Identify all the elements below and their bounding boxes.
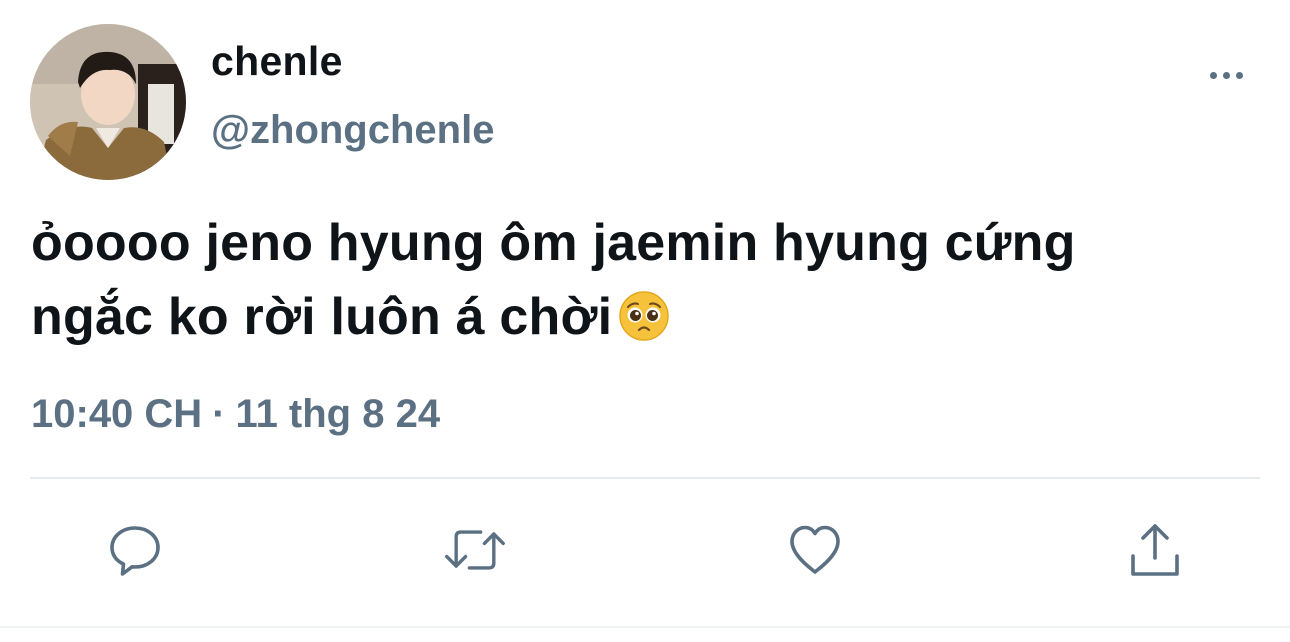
retweet-button[interactable]: [443, 518, 507, 582]
tweet-time: 10:40 CH: [31, 392, 203, 436]
reply-icon: [110, 526, 160, 576]
more-icon: [1209, 71, 1217, 79]
reply-button[interactable]: [103, 518, 167, 582]
like-button[interactable]: [783, 518, 847, 582]
user-handle[interactable]: @zhongchenle: [211, 108, 494, 153]
bottom-divider: [0, 626, 1290, 628]
avatar[interactable]: [30, 24, 186, 180]
tweet-text-line: ỏoooo jeno hyung ôm jaemin hyung cứng: [31, 214, 1076, 272]
tweet-timestamp[interactable]: 10:40 CH · 11 thg 8 24: [31, 392, 440, 437]
more-icon-dot: [1235, 71, 1243, 79]
action-bar: [0, 518, 1290, 582]
more-icon-dot: [1222, 71, 1230, 79]
more-options-button[interactable]: [1200, 60, 1252, 90]
pleading-face-icon: [618, 288, 670, 362]
divider: [30, 477, 1260, 479]
tweet-text-line-content: ngắc ko rời luôn á chời: [31, 288, 613, 346]
share-icon: [1131, 524, 1179, 576]
tweet-card: chenle @zhongchenle ỏoooo jeno hyung ôm …: [0, 0, 1290, 642]
tweet-text: ỏoooo jeno hyung ôm jaemin hyung cứng ng…: [31, 206, 1251, 362]
heart-icon: [790, 525, 840, 574]
share-button[interactable]: [1123, 518, 1187, 582]
retweet-icon: [445, 530, 505, 570]
tweet-date: 11 thg 8 24: [235, 392, 441, 436]
tweet-text-line: ngắc ko rời luôn á chời: [31, 280, 1251, 362]
timestamp-separator: ·: [212, 392, 226, 436]
display-name[interactable]: chenle: [211, 38, 343, 85]
